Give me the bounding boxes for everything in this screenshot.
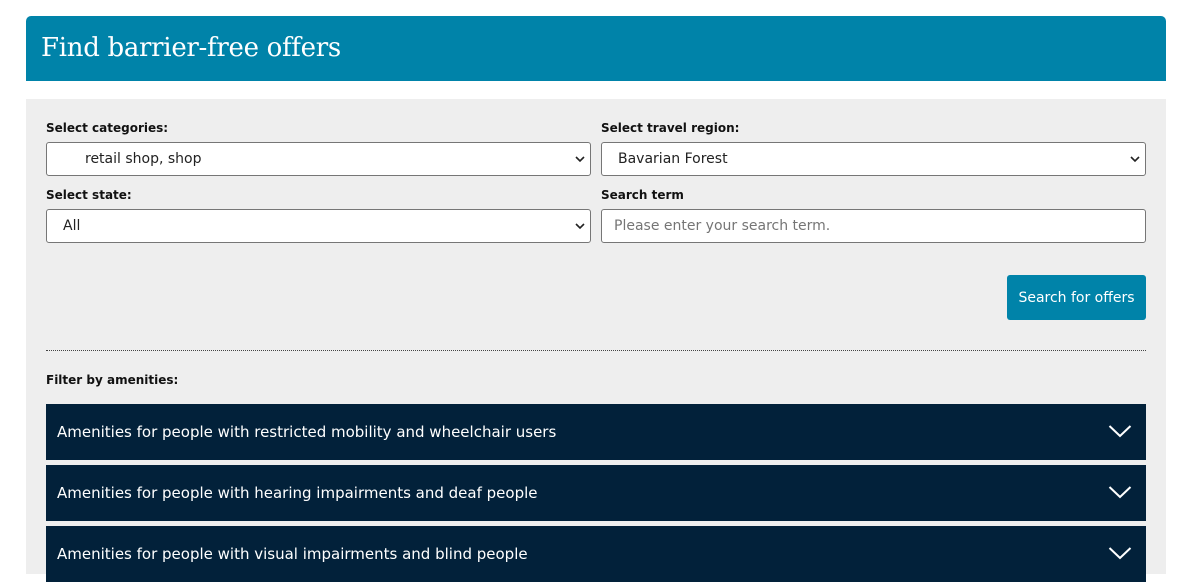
accordion-visual-label: Amenities for people with visual impairm… (57, 545, 528, 563)
search-offers-button[interactable]: Search for offers (1007, 275, 1146, 320)
categories-select-value: retail shop, shop (85, 151, 202, 167)
chevron-down-icon (1130, 156, 1140, 163)
state-select[interactable]: All (46, 209, 591, 243)
region-select-value: Bavarian Forest (618, 151, 728, 167)
search-term-label: Search term (601, 188, 684, 202)
chevron-down-icon (1108, 425, 1132, 438)
search-term-field (601, 209, 1146, 243)
categories-select[interactable]: retail shop, shop (46, 142, 591, 176)
categories-label: Select categories: (46, 121, 169, 135)
accordion-hearing-label: Amenities for people with hearing impair… (57, 484, 538, 502)
accordion-mobility-label: Amenities for people with restricted mob… (57, 423, 557, 441)
region-label: Select travel region: (601, 121, 740, 135)
region-select[interactable]: Bavarian Forest (601, 142, 1146, 176)
filter-amenities-label: Filter by amenities: (46, 373, 179, 387)
page-title: Find barrier-free offers (41, 33, 341, 63)
page-header: Find barrier-free offers (26, 16, 1166, 81)
chevron-down-icon (575, 156, 585, 163)
search-input[interactable] (602, 210, 1145, 242)
chevron-down-icon (575, 223, 585, 230)
chevron-down-icon (1108, 547, 1132, 560)
divider (46, 350, 1146, 351)
accordion-mobility[interactable]: Amenities for people with restricted mob… (46, 404, 1146, 460)
state-label: Select state: (46, 188, 132, 202)
accordion-hearing[interactable]: Amenities for people with hearing impair… (46, 465, 1146, 521)
state-select-value: All (63, 218, 81, 234)
chevron-down-icon (1108, 486, 1132, 499)
search-panel: Select categories: retail shop, shop Sel… (26, 99, 1166, 582)
